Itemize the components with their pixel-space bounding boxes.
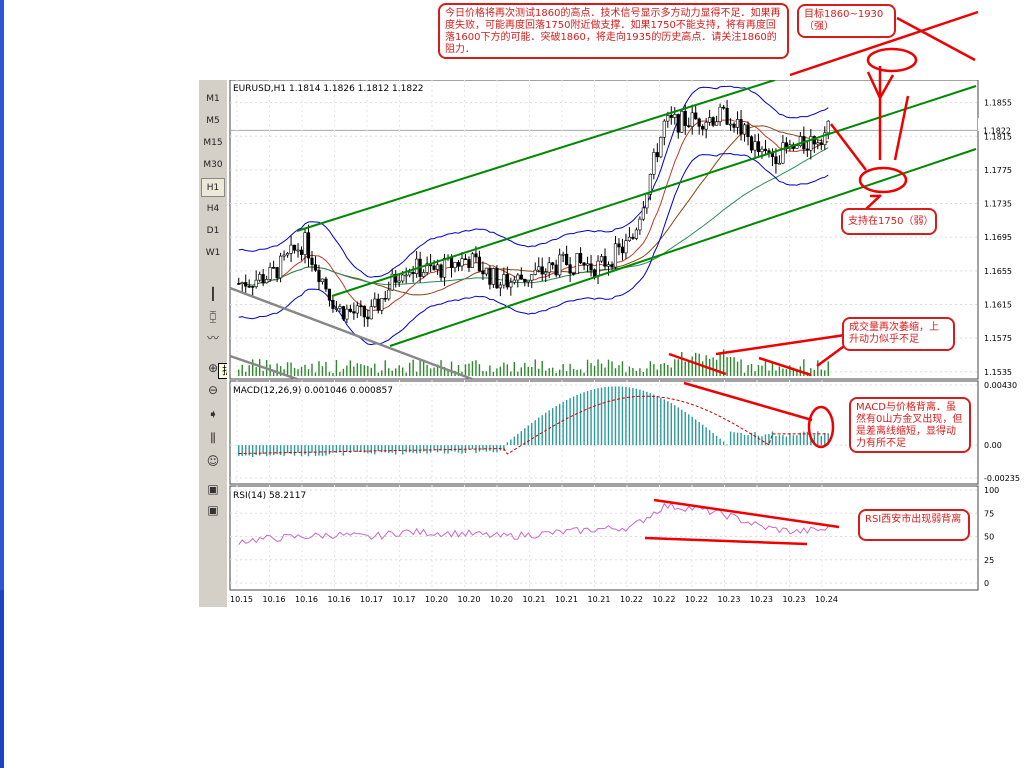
annotation-outlook: 今日价格将再次测试1860的高点．技术信号显示多方动力显得不足．如果再度失败，可… <box>438 3 789 59</box>
annotation-volume: 成交量再次萎缩，上升动力似乎不足 <box>842 317 955 351</box>
annotation-layer <box>644 10 979 546</box>
annotation-macd: MACD与价格背离．虽然有0山方金叉出现，但是差离线缩短，显得动力有所不足 <box>849 397 971 453</box>
annotation-support: 支持在1750（弱） <box>841 208 937 235</box>
annotation-target: 目标1860~1930（强） <box>797 4 896 38</box>
annotation-rsi: RSI西安市出现弱背离 <box>858 509 970 541</box>
